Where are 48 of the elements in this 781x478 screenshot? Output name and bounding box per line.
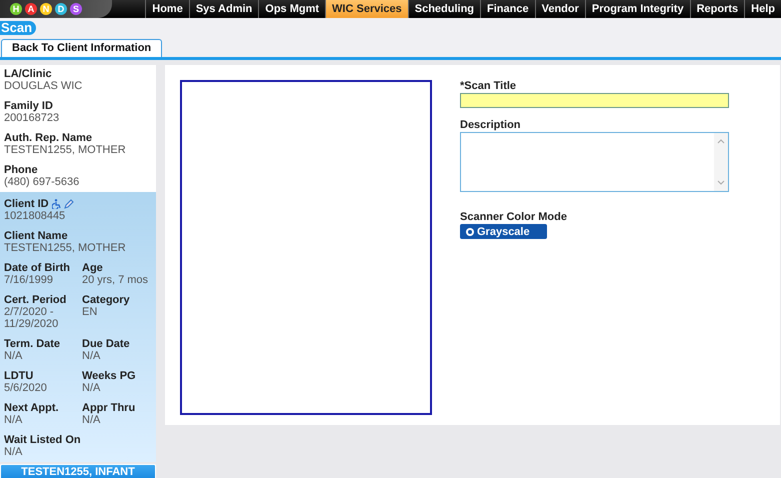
field-label: Category	[82, 294, 131, 306]
input-field[interactable]	[460, 93, 729, 108]
field-label: Date of Birth	[4, 262, 71, 274]
field-label: Next Appt.	[4, 402, 60, 414]
field-value: 5/6/2020	[4, 382, 48, 394]
nav-tab[interactable]: WIC Services	[325, 0, 408, 18]
field-label: Due Date	[82, 338, 131, 350]
field-value: (480) 697-5636	[4, 176, 80, 188]
field-label: Description	[460, 119, 522, 131]
field-value: N/A	[4, 446, 24, 458]
field-value: 7/16/1999	[4, 274, 54, 286]
field-label: LDTU	[4, 370, 34, 382]
radio-button[interactable]: Grayscale	[460, 224, 547, 239]
scroll-down-icon[interactable]	[717, 180, 725, 185]
field-value: N/A	[82, 382, 102, 394]
field-label: Term. Date	[4, 338, 62, 350]
field-value: N/A	[82, 414, 102, 426]
field-label: Auth. Rep. Name	[4, 132, 94, 144]
field-label: Client Name	[4, 230, 69, 242]
field-label: Phone	[4, 164, 39, 176]
field-label: Appr Thru	[82, 402, 136, 414]
field-value: DOUGLAS WIC	[4, 80, 84, 92]
field-value: 20 yrs, 7 mos	[82, 274, 150, 286]
scroll-up-icon[interactable]	[717, 139, 725, 144]
logo[interactable]: H A N D S	[0, 0, 112, 18]
wheelchair-icon[interactable]	[52, 199, 61, 209]
field-value: N/A	[82, 350, 102, 362]
field-value: EN	[82, 306, 98, 318]
field-label: Cert. Period	[4, 294, 68, 306]
field-value: N/A	[4, 350, 24, 362]
field-value: 2/7/2020 - 11/29/2020	[4, 306, 60, 330]
field-label: Weeks PG	[82, 370, 137, 382]
text-area[interactable]	[460, 132, 729, 192]
field-value: 200168723	[4, 112, 60, 124]
field-label: Client ID	[4, 198, 49, 210]
field-label: Wait Listed On	[4, 434, 82, 446]
field-label: *Scan Title	[460, 80, 518, 92]
field-label: Family ID	[4, 100, 54, 112]
pencil-icon[interactable]	[64, 199, 74, 209]
field-label: Age	[82, 262, 104, 274]
field-value: 1021808445	[4, 210, 66, 222]
field-label: Scanner Color Mode	[460, 211, 568, 223]
field-value: N/A	[4, 414, 24, 426]
back-tab[interactable]: Back To Client Information	[1, 39, 162, 57]
field-value: TESTEN1255, MOTHER	[4, 242, 127, 254]
field-value: TESTEN1255, MOTHER	[4, 144, 127, 156]
field-label: LA/Clinic	[4, 68, 53, 80]
page-title: Scan	[0, 21, 36, 35]
